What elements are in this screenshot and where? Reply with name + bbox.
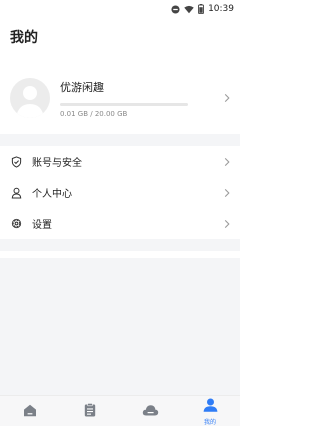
tab-documents[interactable] <box>60 396 120 426</box>
profile-icon <box>203 397 218 416</box>
profile-card[interactable]: 优游闲趣 0.01 GB / 20.00 GB <box>0 62 240 134</box>
page-title: 我的 <box>10 30 38 46</box>
document-icon <box>84 402 96 421</box>
status-bar: 10:39 <box>0 0 240 18</box>
section-divider <box>0 239 240 251</box>
tab-cloud[interactable] <box>120 396 180 426</box>
profile-info: 优游闲趣 0.01 GB / 20.00 GB <box>60 79 230 118</box>
tab-home[interactable] <box>0 396 60 426</box>
tab-label-mine: 我的 <box>203 418 216 426</box>
chevron-right-icon <box>224 188 230 197</box>
menu-item-settings[interactable]: 设置 <box>0 208 240 239</box>
battery-icon <box>198 4 205 14</box>
menu-item-account-security[interactable]: 账号与安全 <box>0 146 240 177</box>
avatar[interactable] <box>10 78 50 118</box>
shield-check-icon <box>10 155 22 168</box>
section-divider <box>0 134 240 146</box>
cloud-icon <box>142 402 159 421</box>
chevron-right-icon <box>224 94 230 103</box>
chevron-right-icon <box>224 157 230 166</box>
menu-item-label: 个人中心 <box>32 189 72 200</box>
do-not-disturb-icon <box>171 4 180 14</box>
storage-progress-bar <box>60 102 188 106</box>
chevron-right-icon <box>224 219 230 228</box>
status-time: 10:39 <box>208 4 234 14</box>
menu-item-personal-center[interactable]: 个人中心 <box>0 177 240 208</box>
page-background <box>0 258 240 395</box>
user-icon <box>10 187 22 199</box>
bottom-tab-bar: 我的 <box>0 395 240 426</box>
username: 优游闲趣 <box>60 80 104 94</box>
gear-icon <box>10 218 22 230</box>
tab-mine[interactable]: 我的 <box>180 396 240 426</box>
storage-text: 0.01 GB / 20.00 GB <box>60 109 128 118</box>
menu-item-label: 账号与安全 <box>32 158 82 169</box>
menu-item-label: 设置 <box>32 220 52 231</box>
wifi-icon <box>184 5 194 14</box>
home-icon <box>23 402 37 421</box>
